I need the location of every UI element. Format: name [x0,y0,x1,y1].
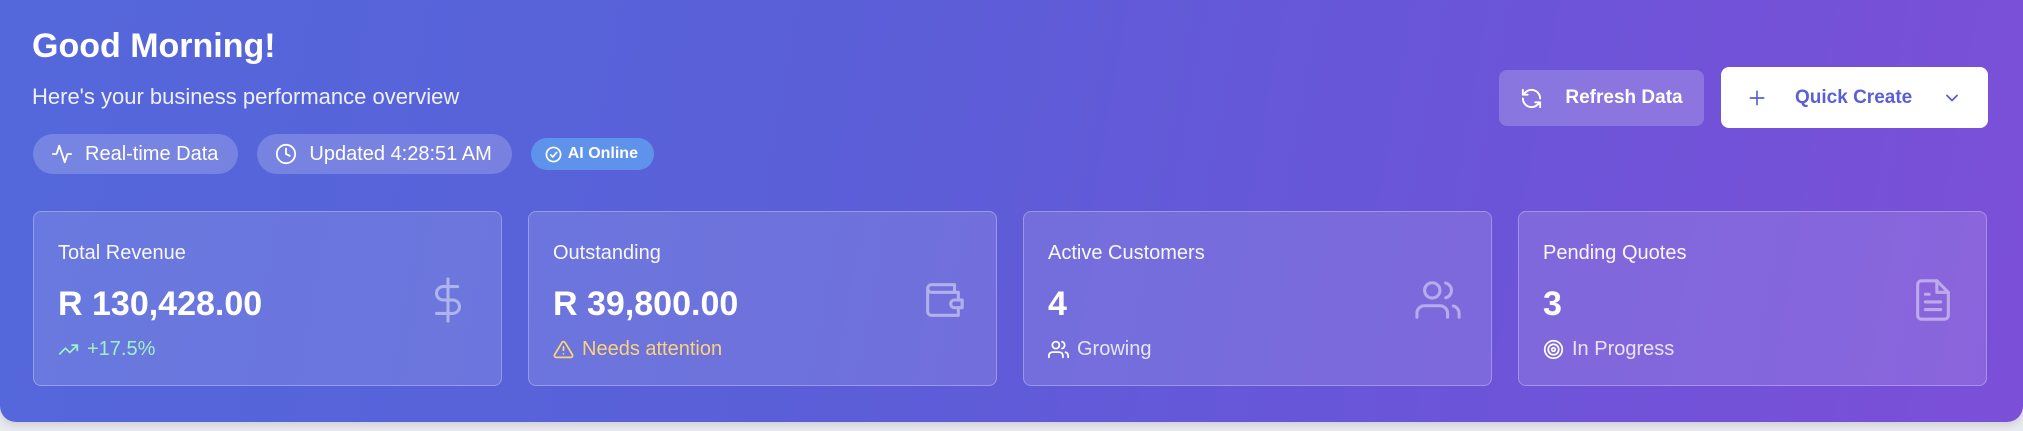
stat-card-note-text: Needs attention [582,338,723,360]
quick-create-label: Quick Create [1795,86,1913,108]
target-icon [1543,339,1564,359]
stat-card-value: R 130,428.00 [58,285,263,323]
alert-triangle-icon [553,340,574,358]
wallet-icon [926,283,964,317]
updated-badge: Updated 4:28:51 AM [257,134,512,174]
stat-card-pending-quotes[interactable]: Pending Quotes 3 In Progress [1518,211,1987,386]
activity-icon [51,144,73,164]
dashboard-banner: Good Morning! Here's your business perfo… [0,0,2023,422]
ai-status-label: AI Online [567,145,638,162]
trending-up-icon [58,343,79,355]
stat-card-note-text: In Progress [1572,338,1675,360]
stat-card-value: 4 [1048,285,1067,323]
users-icon [1415,281,1461,319]
file-text-icon [1916,279,1950,321]
check-circle-icon [545,146,562,162]
refresh-data-label: Refresh Data [1565,87,1683,108]
realtime-badge: Real-time Data [33,134,239,174]
stat-card-note: +17.5% [58,336,155,362]
stat-card-note: Growing [1048,336,1151,362]
status-badges: Real-time Data Updated 4:28:51 AM AI Onl… [33,134,673,174]
stat-card-note: Needs attention [553,336,722,362]
plus-icon [1749,90,1765,105]
stat-card-outstanding[interactable]: Outstanding R 39,800.00 Needs attention [528,211,997,386]
chevron-down-icon [1946,94,1959,101]
refresh-icon [1522,88,1542,108]
stat-card-total-revenue[interactable]: Total Revenue R 130,428.00 +17.5% [33,211,502,386]
greeting-subtitle: Here's your business performance overvie… [32,84,460,109]
realtime-badge-label: Real-time Data [85,142,219,165]
stat-card-value: R 39,800.00 [553,285,739,323]
quick-create-button[interactable]: Quick Create [1721,67,1988,128]
clock-icon [276,143,297,165]
stat-card-label: Active Customers [1048,242,1205,264]
stat-card-note-text: Growing [1077,338,1152,360]
stat-card-value: 3 [1543,285,1562,323]
stat-card-label: Total Revenue [58,242,186,264]
stat-card-label: Pending Quotes [1543,242,1687,264]
stat-card-note: In Progress [1543,336,1674,362]
greeting-title: Good Morning! [32,27,276,65]
stat-card-active-customers[interactable]: Active Customers 4 Growing [1023,211,1492,386]
users-icon [1048,340,1069,358]
refresh-data-button[interactable]: Refresh Data [1499,70,1704,126]
dollar-icon [434,277,462,323]
updated-badge-label: Updated 4:28:51 AM [309,142,492,165]
ai-status-badge: AI Online [530,138,654,170]
stat-card-label: Outstanding [553,242,661,264]
stat-card-note-text: +17.5% [87,338,156,360]
